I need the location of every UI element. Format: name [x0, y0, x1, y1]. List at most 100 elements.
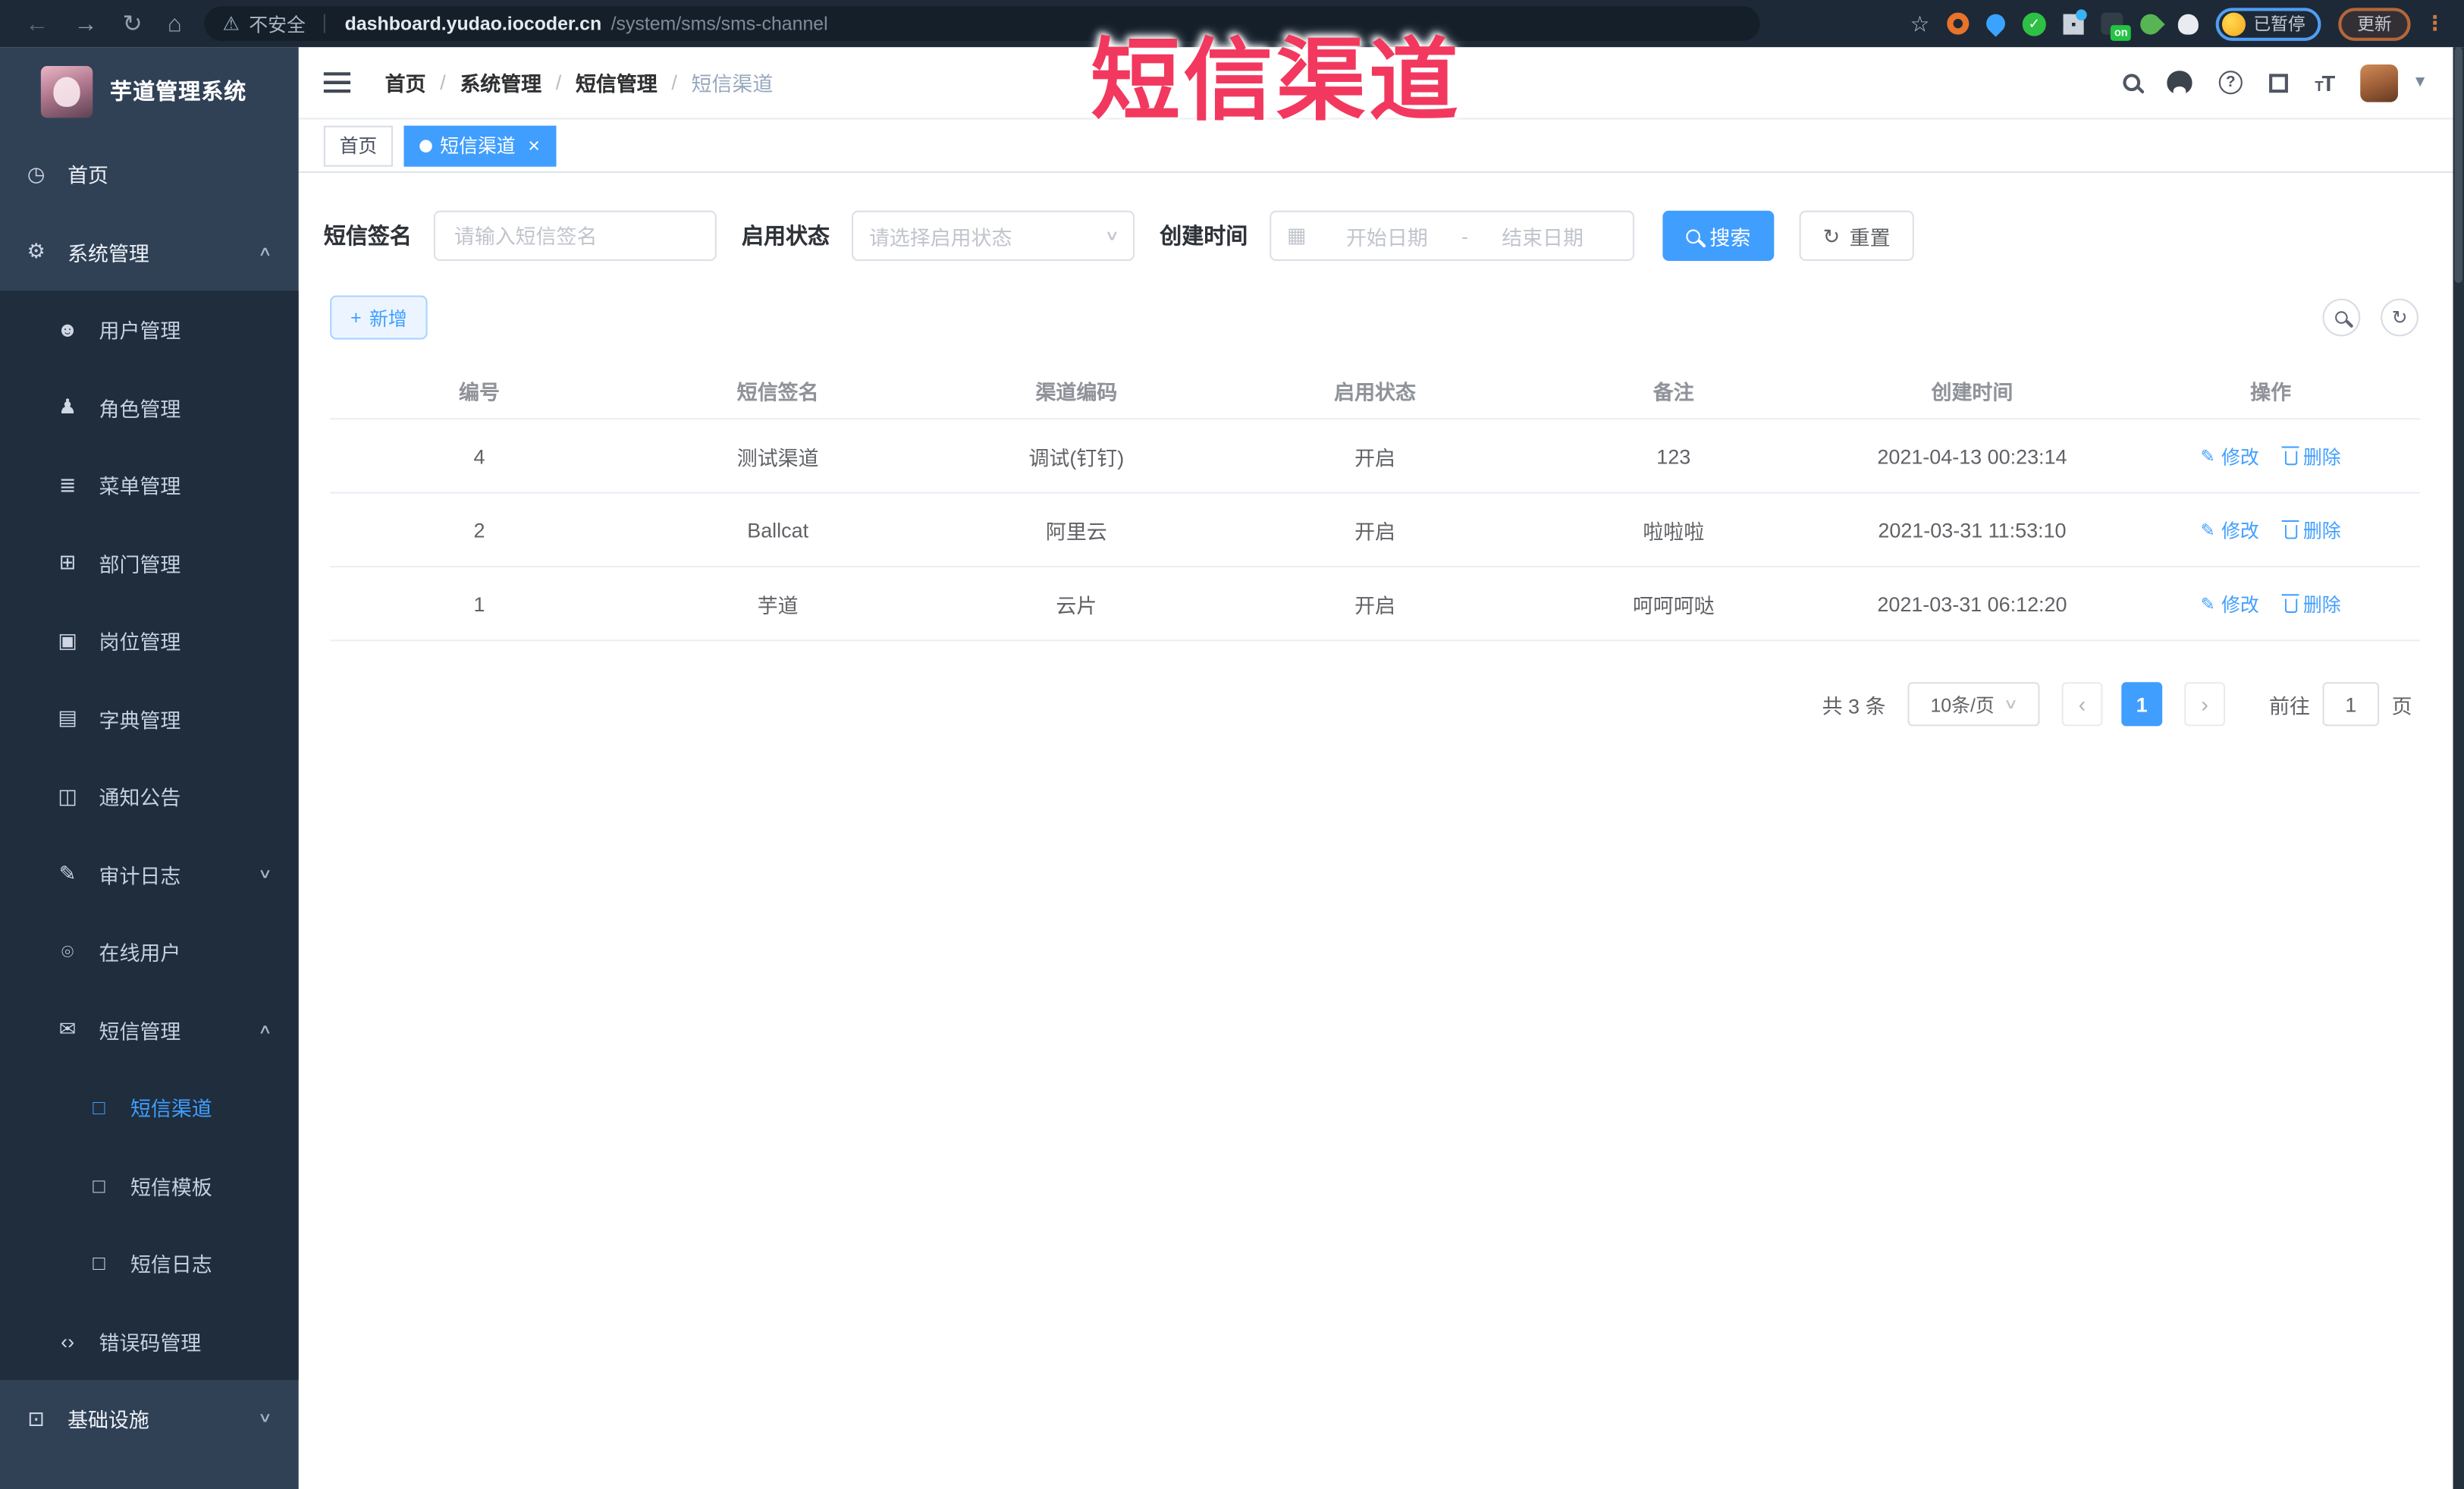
sms-channel-table: 编号 短信签名 渠道编码 启用状态 备注 创建时间 操作 4 测试渠道 调试(钉…	[330, 362, 2420, 642]
col-remark: 备注	[1653, 379, 1694, 404]
extension-location-pin-icon[interactable]	[1982, 10, 2010, 37]
sidebar-item-sms-log[interactable]: □ 短信日志	[0, 1224, 299, 1302]
pagination: 共 3 条 10条/页 ∨ ‹ 1 › 前往 页	[299, 682, 2412, 727]
sidebar-item-notices[interactable]: ◫ 通知公告	[0, 758, 299, 836]
delete-link[interactable]: 删除	[2281, 590, 2341, 617]
chevron-up-icon: ∧	[257, 244, 272, 259]
cell-id: 4	[473, 444, 485, 468]
date-range-picker[interactable]: ▦ 开始日期 - 结束日期	[1270, 210, 1634, 261]
sidebar-item-error-codes[interactable]: ‹› 错误码管理	[0, 1302, 299, 1381]
extension-ghost-icon[interactable]	[2177, 13, 2199, 34]
status-select[interactable]: 请选择启用状态 ∨	[852, 210, 1135, 261]
breadcrumb: 首页 / 系统管理 / 短信管理 / 短信渠道	[385, 68, 774, 97]
system-submenu: ☻ 用户管理 ♟ 角色管理 ≣ 菜单管理 ⊞ 部门管理 ▣ 岗位管理 ▤ 字典管…	[0, 291, 299, 1381]
list-icon: ≣	[58, 473, 77, 497]
edit-link[interactable]: ✎ 修改	[2201, 590, 2259, 617]
sidebar-item-sms[interactable]: ✉ 短信管理 ∧	[0, 991, 299, 1069]
breadcrumb-system[interactable]: 系统管理	[460, 68, 541, 97]
sidebar-item-infra[interactable]: ⊡ 基础设施 ∨	[0, 1380, 299, 1458]
address-bar[interactable]: ⚠ 不安全 dashboard.yudao.iocoder.cn/system/…	[203, 6, 1759, 41]
prev-page-button[interactable]: ‹	[2061, 682, 2103, 727]
app-logo[interactable]: 芋道管理系统	[0, 47, 299, 135]
next-page-button[interactable]: ›	[2184, 682, 2225, 727]
reload-icon[interactable]: ↻	[123, 9, 143, 38]
refresh-table-button[interactable]: ↻	[2381, 298, 2418, 337]
sidebar-item-sms-channel[interactable]: □ 短信渠道	[0, 1069, 299, 1147]
search-icon[interactable]	[2123, 74, 2141, 92]
fullscreen-icon[interactable]	[2269, 73, 2288, 93]
extension-green-check-icon[interactable]: ✓	[2022, 11, 2046, 36]
search-icon	[2335, 311, 2348, 324]
page-1-button[interactable]: 1	[2121, 682, 2163, 727]
sidebar: 芋道管理系统 ◷ 首页 ⚙ 系统管理 ∧ ☻ 用户管理 ♟ 角色管理 ≣ 菜单管…	[0, 47, 299, 1489]
sidebar-item-audit-logs[interactable]: ✎ 审计日志 ∨	[0, 835, 299, 913]
cell-status: 开启	[1354, 445, 1395, 470]
add-button[interactable]: + 新增	[330, 295, 428, 340]
extension-grid-icon[interactable]	[2063, 8, 2087, 34]
screen: ← → ↻ ⌂ ⚠ 不安全 dashboard.yudao.iocoder.cn…	[0, 0, 2464, 1489]
back-icon[interactable]: ←	[25, 10, 49, 36]
chevron-down-icon[interactable]: ▼	[2412, 74, 2428, 91]
extension-orange-ring-icon[interactable]	[1947, 12, 1970, 35]
page-scrollbar[interactable]	[2453, 47, 2464, 1489]
cell-actions: ✎ 修改 删除	[2121, 590, 2420, 617]
col-sign: 短信签名	[736, 379, 819, 404]
search-icon	[1686, 228, 1700, 243]
hamburger-icon[interactable]	[323, 72, 351, 93]
sidebar-item-users[interactable]: ☻ 用户管理	[0, 291, 299, 369]
delete-link[interactable]: 删除	[2281, 517, 2341, 543]
edit-link[interactable]: ✎ 修改	[2201, 442, 2259, 469]
help-icon[interactable]: ?	[2218, 71, 2243, 95]
cell-id: 2	[473, 517, 485, 542]
col-status: 启用状态	[1334, 379, 1416, 404]
breadcrumb-home[interactable]: 首页	[385, 68, 426, 97]
tab-home[interactable]: 首页	[323, 124, 394, 166]
bookmark-star-icon[interactable]: ☆	[1910, 10, 1929, 36]
cell-actions: ✎ 修改 删除	[2121, 517, 2420, 543]
breadcrumb-current: 短信渠道	[691, 72, 774, 96]
not-secure-warning-icon[interactable]: ⚠	[222, 13, 239, 35]
edit-link[interactable]: ✎ 修改	[2201, 517, 2259, 543]
home-icon[interactable]: ⌂	[168, 10, 182, 36]
toggle-search-button[interactable]	[2322, 298, 2361, 337]
extension-switch-icon[interactable]: on	[2101, 12, 2131, 41]
avatar[interactable]	[2360, 63, 2399, 102]
browser-menu-icon[interactable]: ⋮	[2425, 11, 2445, 36]
breadcrumb-sms[interactable]: 短信管理	[576, 68, 658, 97]
gear-icon: ⚙	[27, 239, 46, 263]
paused-extension-badge[interactable]: 已暂停	[2215, 7, 2321, 40]
sidebar-item-sms-template[interactable]: □ 短信模板	[0, 1147, 299, 1225]
sidebar-item-system[interactable]: ⚙ 系统管理 ∧	[0, 213, 299, 291]
browser-extensions-cluster: ☆ ✓ on 已暂停 更新 ⋮	[1910, 7, 2445, 41]
delete-link[interactable]: 删除	[2281, 442, 2341, 469]
sidebar-item-depts[interactable]: ⊞ 部门管理	[0, 524, 299, 602]
sidebar-item-roles[interactable]: ♟ 角色管理	[0, 369, 299, 447]
page-size-select[interactable]: 10条/页 ∨	[1907, 682, 2040, 727]
sidebar-item-posts[interactable]: ▣ 岗位管理	[0, 602, 299, 680]
cell-sign: 芋道	[757, 593, 799, 617]
scrollbar-thumb[interactable]	[2454, 47, 2462, 283]
github-icon[interactable]	[2167, 71, 2192, 96]
sidebar-item-online-users[interactable]: ⌾ 在线用户	[0, 913, 299, 991]
date-label: 创建时间	[1160, 223, 1248, 249]
close-icon[interactable]: ×	[528, 134, 540, 157]
sidebar-item-dicts[interactable]: ▤ 字典管理	[0, 680, 299, 758]
date-end-placeholder[interactable]: 结束日期	[1468, 221, 1617, 250]
col-actions: 操作	[2250, 379, 2292, 404]
sidebar-item-home[interactable]: ◷ 首页	[0, 135, 299, 213]
status-label: 启用状态	[742, 223, 830, 249]
browser-update-button[interactable]: 更新	[2338, 7, 2411, 40]
page-jump-input[interactable]	[2322, 682, 2380, 727]
extension-leaf-icon[interactable]	[2136, 9, 2165, 39]
sign-input[interactable]	[433, 210, 717, 261]
announcement-icon: ◫	[58, 784, 77, 808]
forward-icon[interactable]: →	[74, 10, 97, 36]
search-button[interactable]: 搜索	[1662, 210, 1775, 261]
toolbar-right: ↻	[2322, 298, 2418, 337]
date-start-placeholder[interactable]: 开始日期	[1313, 221, 1461, 250]
tab-sms-channel[interactable]: 短信渠道 ×	[403, 124, 556, 166]
sidebar-item-menus[interactable]: ≣ 菜单管理	[0, 446, 299, 524]
font-size-icon[interactable]: TT	[2315, 70, 2335, 95]
reset-button[interactable]: ↻ 重置	[1799, 210, 1914, 261]
cell-sign: Ballcat	[747, 517, 809, 542]
